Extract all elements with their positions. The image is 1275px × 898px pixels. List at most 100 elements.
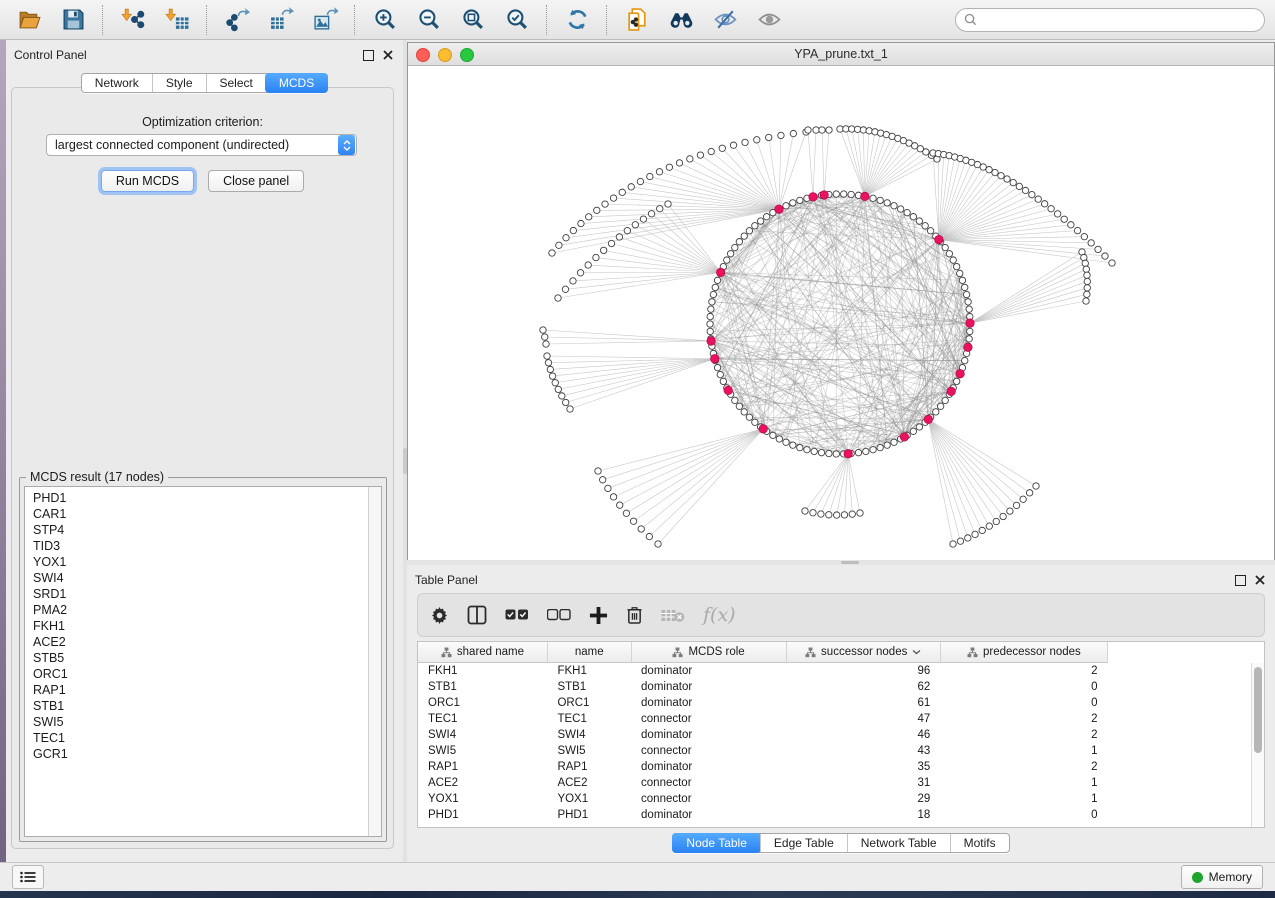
dominator-node[interactable] [716,268,724,276]
network-node[interactable] [992,169,998,175]
network-node[interactable] [986,166,992,172]
table-row[interactable]: SWI5SWI5connector431 [418,743,1108,759]
mcds-result-item[interactable]: TEC1 [33,730,369,746]
network-node[interactable] [552,380,558,386]
network-node[interactable] [1084,291,1090,297]
network-node[interactable] [863,448,869,454]
network-node[interactable] [910,213,916,219]
float-panel-icon[interactable] [363,50,374,61]
network-node[interactable] [646,533,652,539]
network-node[interactable] [741,409,747,415]
network-node[interactable] [542,334,548,340]
network-node[interactable] [665,201,671,207]
maximize-window-icon[interactable] [460,48,474,62]
network-node[interactable] [585,262,591,268]
mcds-result-item[interactable]: PHD1 [33,490,369,506]
show-columns-icon[interactable] [467,605,487,625]
mcds-result-item[interactable]: YOX1 [33,554,369,570]
network-node[interactable] [1035,196,1041,202]
dominator-node[interactable] [724,386,732,394]
network-node[interactable] [708,148,714,154]
network-node[interactable] [752,223,758,229]
network-node[interactable] [608,240,614,246]
first-neighbors-icon[interactable] [662,4,700,36]
network-node[interactable] [741,233,747,239]
network-node[interactable] [922,223,928,229]
network-node[interactable] [746,414,752,420]
network-node[interactable] [826,450,832,456]
minimize-window-icon[interactable] [438,48,452,62]
network-node[interactable] [1007,508,1013,514]
zoom-fit-icon[interactable] [454,4,492,36]
network-node[interactable] [586,214,592,220]
network-node[interactable] [543,341,549,347]
dominator-node[interactable] [775,205,783,213]
network-node[interactable] [719,145,725,151]
network-node[interactable] [1109,260,1115,266]
tab-network[interactable]: Network [82,74,152,92]
network-node[interactable] [594,207,600,213]
export-network-icon[interactable] [218,4,256,36]
optimization-criterion-select[interactable]: largest connected component (undirected) [46,134,357,156]
delete-table-icon[interactable] [661,608,685,623]
zoom-in-icon[interactable] [366,4,404,36]
mcds-result-item[interactable]: ACE2 [33,634,369,650]
table-row[interactable]: FKH1FKH1dominator962 [418,663,1108,680]
network-node[interactable] [783,203,789,209]
mcds-list-scrollbar[interactable] [368,487,381,836]
network-node[interactable] [593,254,599,260]
network-node[interactable] [942,397,948,403]
network-node[interactable] [710,291,716,297]
column-header[interactable]: name [547,642,631,663]
network-node[interactable] [797,197,803,203]
close-panel-button[interactable]: Close panel [208,170,304,192]
mcds-result-item[interactable]: FKH1 [33,618,369,634]
network-node[interactable] [904,209,910,215]
network-node[interactable] [545,360,551,366]
network-node[interactable] [1016,183,1022,189]
import-table-icon[interactable] [158,4,196,36]
network-node[interactable] [965,535,971,541]
network-node[interactable] [605,485,611,491]
network-node[interactable] [848,191,854,197]
column-header[interactable]: MCDS role [631,642,786,663]
network-node[interactable] [790,130,796,136]
network-node[interactable] [727,251,733,257]
network-node[interactable] [805,127,811,133]
dominator-node[interactable] [844,450,852,458]
network-node[interactable] [547,366,553,372]
network-node[interactable] [993,518,999,524]
table-scrollbar[interactable] [1251,663,1264,827]
mcds-result-item[interactable]: SRD1 [33,586,369,602]
network-node[interactable] [1026,490,1032,496]
network-node[interactable] [826,512,832,518]
dominator-node[interactable] [947,387,955,395]
network-node[interactable] [857,510,863,516]
mcds-result-item[interactable]: SWI4 [33,570,369,586]
network-node[interactable] [966,336,972,342]
function-builder-icon[interactable]: f(x) [703,604,736,626]
hide-selected-icon[interactable] [706,4,744,36]
network-node[interactable] [986,523,992,529]
network-node[interactable] [1061,216,1067,222]
network-node[interactable] [818,449,824,455]
table-row[interactable]: PHD1PHD1dominator180 [418,807,1108,823]
open-file-icon[interactable] [10,4,48,36]
network-node[interactable] [742,139,748,145]
dominator-node[interactable] [759,425,767,433]
network-node[interactable] [600,247,606,253]
mcds-result-item[interactable]: SWI5 [33,714,369,730]
refresh-layout-icon[interactable] [558,4,596,36]
mcds-result-item[interactable]: ORC1 [33,666,369,682]
network-node[interactable] [833,512,839,518]
network-node[interactable] [640,216,646,222]
network-node[interactable] [833,451,839,457]
network-node[interactable] [891,439,897,445]
network-node[interactable] [841,191,847,197]
network-node[interactable] [752,419,758,425]
select-all-rows-icon[interactable] [505,609,529,622]
network-node[interactable] [810,510,816,516]
network-node[interactable] [916,218,922,224]
dominator-node[interactable] [707,337,715,345]
network-node[interactable] [647,173,653,179]
